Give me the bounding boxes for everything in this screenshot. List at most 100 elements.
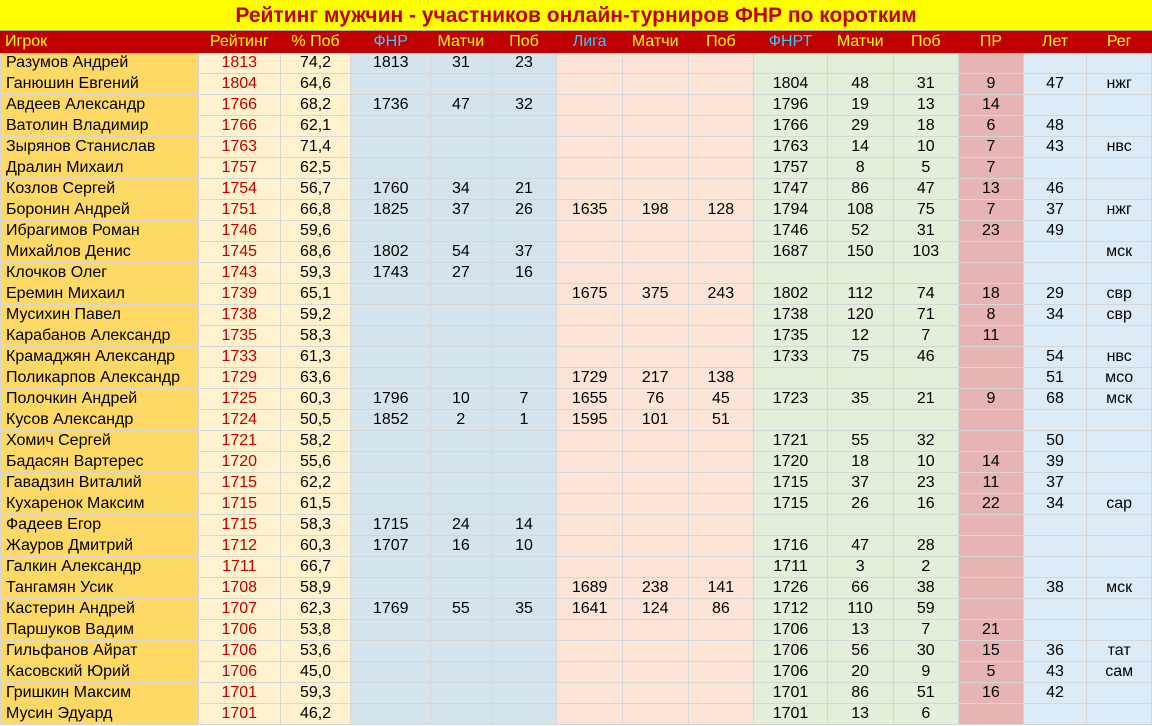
fnrt-matches-cell[interactable]: 37 [826,472,894,494]
age-cell[interactable]: 46 [1022,178,1088,200]
pr-cell[interactable]: 14 [958,94,1024,116]
liga-rating-cell[interactable]: 1675 [556,283,623,305]
region-cell[interactable] [1086,430,1152,452]
fnr-wins-cell[interactable]: 26 [490,199,558,221]
rating-cell[interactable]: 1738 [197,304,281,326]
rating-cell[interactable]: 1754 [197,178,281,200]
liga-rating-cell[interactable] [556,115,623,137]
rating-cell[interactable]: 1715 [197,472,281,494]
liga-rating-cell[interactable] [556,52,623,74]
age-cell[interactable]: 51 [1022,367,1088,389]
win-pct-cell[interactable]: 62,5 [279,157,352,179]
fnr-rating-cell[interactable] [350,304,432,326]
liga-matches-cell[interactable] [621,451,689,473]
liga-wins-cell[interactable]: 128 [687,199,755,221]
pr-cell[interactable]: 14 [958,451,1024,473]
fnr-rating-cell[interactable]: 1825 [350,199,432,221]
rating-cell[interactable]: 1739 [197,283,281,305]
region-cell[interactable]: свр [1086,304,1152,326]
liga-wins-cell[interactable] [687,619,755,641]
liga-rating-cell[interactable] [556,136,623,158]
player-name-cell[interactable]: Карабанов Александр [0,325,199,347]
win-pct-cell[interactable]: 60,3 [279,388,352,410]
liga-wins-cell[interactable] [687,241,755,263]
rating-cell[interactable]: 1763 [197,136,281,158]
fnrt-wins-cell[interactable] [892,262,960,284]
rating-cell[interactable]: 1701 [197,703,281,725]
fnr-matches-cell[interactable] [430,325,492,347]
fnrt-rating-cell[interactable]: 1796 [753,94,828,116]
pr-cell[interactable]: 11 [958,472,1024,494]
fnr-matches-cell[interactable]: 31 [430,52,492,74]
fnr-matches-cell[interactable] [430,640,492,662]
fnrt-wins-cell[interactable]: 13 [892,94,960,116]
fnr-wins-cell[interactable] [490,325,558,347]
fnrt-wins-cell[interactable]: 6 [892,703,960,725]
fnr-wins-cell[interactable] [490,73,558,95]
liga-matches-cell[interactable] [621,556,689,578]
fnrt-matches-cell[interactable]: 19 [826,94,894,116]
header-region[interactable]: Рег [1086,31,1152,53]
pr-cell[interactable] [958,367,1024,389]
liga-matches-cell[interactable] [621,430,689,452]
win-pct-cell[interactable]: 45,0 [279,661,352,683]
fnrt-wins-cell[interactable]: 9 [892,661,960,683]
player-name-cell[interactable]: Мусин Эдуард [0,703,199,725]
fnrt-rating-cell[interactable]: 1711 [753,556,828,578]
fnr-rating-cell[interactable]: 1707 [350,535,432,557]
liga-matches-cell[interactable] [621,115,689,137]
fnrt-wins-cell[interactable]: 59 [892,598,960,620]
liga-rating-cell[interactable]: 1635 [556,199,623,221]
fnr-wins-cell[interactable] [490,220,558,242]
liga-matches-cell[interactable] [621,493,689,515]
fnr-rating-cell[interactable] [350,472,432,494]
win-pct-cell[interactable]: 66,8 [279,199,352,221]
pr-cell[interactable] [958,535,1024,557]
fnr-rating-cell[interactable] [350,325,432,347]
pr-cell[interactable] [958,556,1024,578]
fnr-wins-cell[interactable] [490,430,558,452]
player-name-cell[interactable]: Жауров Дмитрий [0,535,199,557]
fnrt-wins-cell[interactable]: 21 [892,388,960,410]
fnrt-wins-cell[interactable]: 38 [892,577,960,599]
liga-wins-cell[interactable] [687,220,755,242]
win-pct-cell[interactable]: 62,1 [279,115,352,137]
age-cell[interactable]: 34 [1022,493,1088,515]
fnr-matches-cell[interactable] [430,283,492,305]
fnrt-rating-cell[interactable]: 1712 [753,598,828,620]
fnrt-rating-cell[interactable]: 1735 [753,325,828,347]
liga-matches-cell[interactable] [621,73,689,95]
region-cell[interactable] [1086,157,1152,179]
fnr-wins-cell[interactable]: 10 [490,535,558,557]
rating-cell[interactable]: 1757 [197,157,281,179]
age-cell[interactable] [1022,262,1088,284]
liga-rating-cell[interactable] [556,241,623,263]
fnrt-rating-cell[interactable]: 1723 [753,388,828,410]
fnrt-matches-cell[interactable]: 26 [826,493,894,515]
region-cell[interactable] [1086,178,1152,200]
win-pct-cell[interactable]: 58,3 [279,325,352,347]
player-name-cell[interactable]: Клочков Олег [0,262,199,284]
rating-cell[interactable]: 1735 [197,325,281,347]
age-cell[interactable]: 29 [1022,283,1088,305]
header-liga-matches[interactable]: Матчи [621,31,689,53]
liga-rating-cell[interactable]: 1729 [556,367,623,389]
fnr-matches-cell[interactable] [430,220,492,242]
fnrt-matches-cell[interactable]: 3 [826,556,894,578]
fnr-wins-cell[interactable]: 1 [490,409,558,431]
region-cell[interactable] [1086,94,1152,116]
region-cell[interactable] [1086,115,1152,137]
liga-wins-cell[interactable] [687,661,755,683]
win-pct-cell[interactable]: 68,6 [279,241,352,263]
player-name-cell[interactable]: Гришкин Максим [0,682,199,704]
header-win-pct[interactable]: % Поб [279,31,352,53]
fnrt-matches-cell[interactable] [826,514,894,536]
player-name-cell[interactable]: Гавадзин Виталий [0,472,199,494]
rating-cell[interactable]: 1745 [197,241,281,263]
region-cell[interactable]: мск [1086,388,1152,410]
region-cell[interactable]: тат [1086,640,1152,662]
liga-matches-cell[interactable]: 198 [621,199,689,221]
rating-cell[interactable]: 1746 [197,220,281,242]
fnr-wins-cell[interactable] [490,577,558,599]
win-pct-cell[interactable]: 61,5 [279,493,352,515]
